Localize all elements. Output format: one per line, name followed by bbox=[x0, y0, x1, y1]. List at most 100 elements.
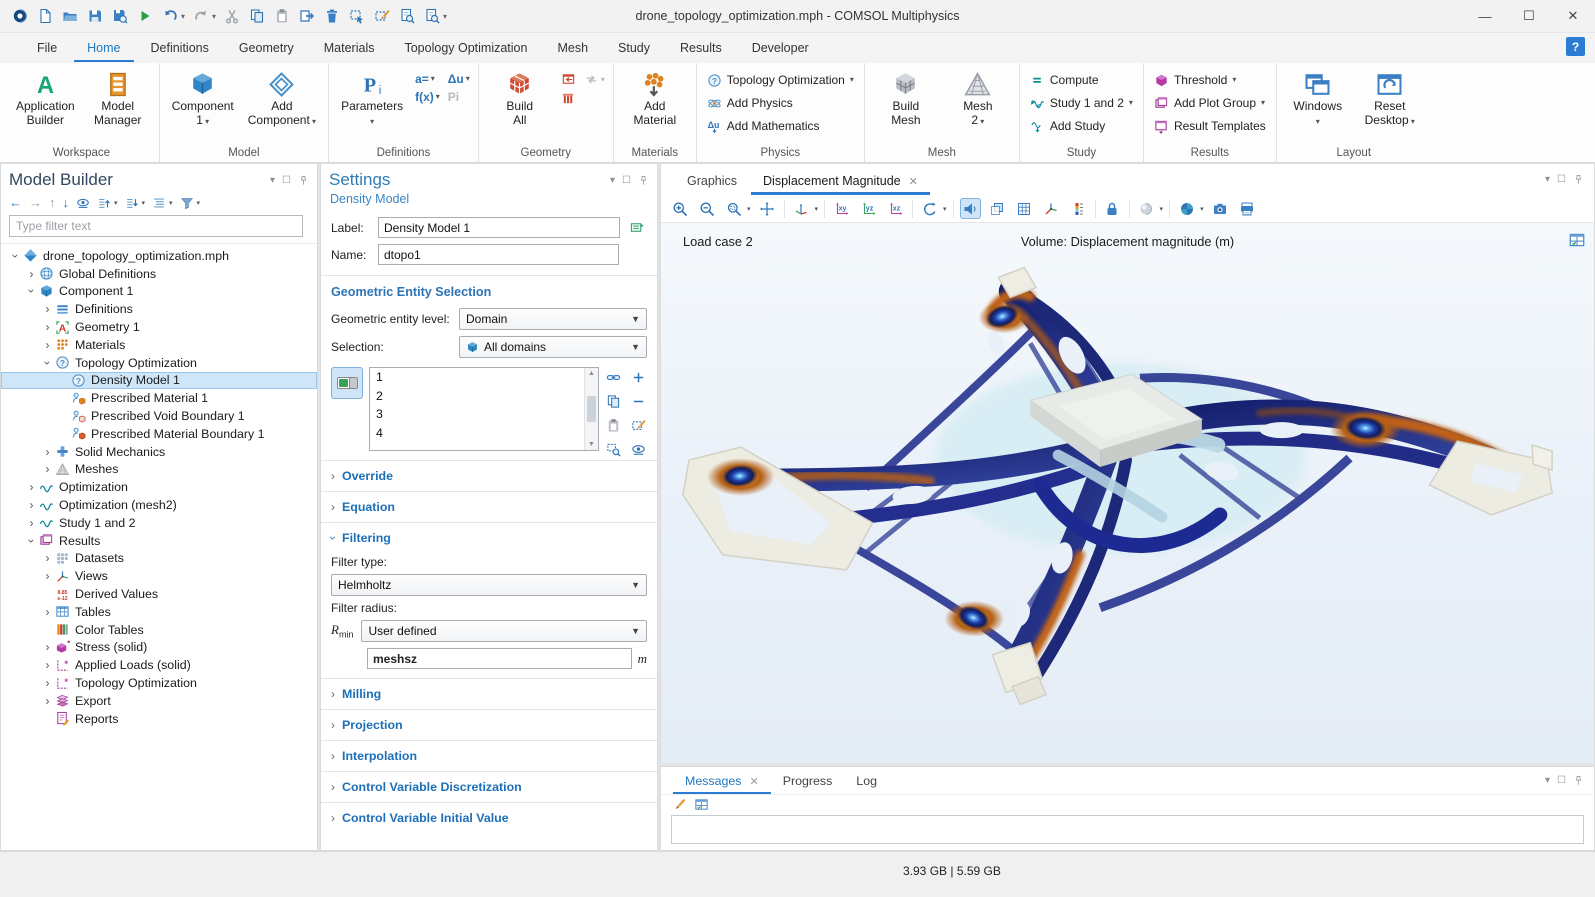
ribbon-button-compute[interactable]: Compute bbox=[1026, 70, 1137, 90]
tab-progress[interactable]: Progress bbox=[771, 769, 845, 794]
tree-expander-icon[interactable]: › bbox=[41, 338, 54, 352]
tree-item-solid-mechanics[interactable]: ›Solid Mechanics bbox=[1, 443, 317, 461]
selection-list-scrollbar[interactable]: ▲▼ bbox=[584, 368, 598, 450]
qat-more-icon[interactable]: ▾ bbox=[443, 12, 447, 21]
tree-item-views[interactable]: ›Views bbox=[1, 567, 317, 585]
selection-list-item[interactable]: 3 bbox=[376, 407, 578, 426]
filter-icon[interactable] bbox=[180, 196, 194, 210]
remove-from-selection-icon[interactable] bbox=[630, 393, 647, 410]
rotate-dropdown-icon[interactable]: ▾ bbox=[943, 205, 947, 213]
section-control-variable-discretization[interactable]: ›Control Variable Discretization bbox=[321, 771, 657, 802]
name-field[interactable] bbox=[378, 244, 619, 265]
clear-selection-icon[interactable] bbox=[372, 7, 391, 26]
plot-window-settings-icon[interactable] bbox=[1568, 231, 1586, 249]
label-field[interactable] bbox=[378, 217, 620, 238]
save-as-icon[interactable] bbox=[110, 7, 129, 26]
tree-expander-icon[interactable]: › bbox=[25, 267, 38, 281]
tree-expander-icon[interactable]: › bbox=[41, 640, 54, 654]
ribbon-button-mesh-2[interactable]: Mesh2 ▾ bbox=[943, 66, 1013, 128]
copy-icon[interactable] bbox=[247, 7, 266, 26]
tab-displacement-magnitude[interactable]: Displacement Magnitude✕ bbox=[751, 168, 930, 195]
tree-item-reports[interactable]: Reports bbox=[1, 710, 317, 728]
rename-icon[interactable] bbox=[627, 218, 647, 238]
ribbon-small-def-du[interactable]: Δu▾ bbox=[448, 72, 470, 86]
order-dropdown-icon[interactable]: ▾ bbox=[169, 199, 173, 207]
print-icon[interactable] bbox=[1237, 198, 1258, 219]
zoom-in-icon[interactable] bbox=[669, 198, 690, 219]
ribbon-tab-topology-optimization[interactable]: Topology Optimization bbox=[391, 35, 540, 62]
section-milling[interactable]: ›Milling bbox=[321, 678, 657, 709]
show-icon[interactable] bbox=[76, 196, 90, 210]
move-down-icon[interactable]: ↓ bbox=[63, 195, 70, 210]
new-file-icon[interactable] bbox=[35, 7, 54, 26]
lock-view-icon[interactable] bbox=[1102, 198, 1123, 219]
tree-item-topology-optimization[interactable]: ›?Topology Optimization bbox=[1, 354, 317, 372]
ribbon-button-build-all[interactable]: BuildAll bbox=[485, 66, 555, 128]
tree-item-color-tables[interactable]: Color Tables bbox=[1, 621, 317, 639]
tree-expander-icon[interactable]: › bbox=[25, 480, 38, 494]
zoom-extents-icon[interactable] bbox=[757, 198, 778, 219]
open-file-icon[interactable] bbox=[60, 7, 79, 26]
tree-expander-icon[interactable]: › bbox=[25, 498, 38, 512]
tree-expander-icon[interactable]: › bbox=[9, 249, 23, 262]
add-to-selection-icon[interactable] bbox=[630, 369, 647, 386]
ribbon-tab-definitions[interactable]: Definitions bbox=[138, 35, 222, 62]
copy-selection-icon[interactable] bbox=[605, 393, 622, 410]
tree-expander-icon[interactable]: › bbox=[41, 302, 54, 316]
tree-item-materials[interactable]: ›Materials bbox=[1, 336, 317, 354]
tree-item-datasets[interactable]: ›Datasets bbox=[1, 550, 317, 568]
search-file-icon[interactable] bbox=[397, 7, 416, 26]
ribbon-button-windows[interactable]: Windows ▾ bbox=[1283, 66, 1353, 128]
open-table-icon[interactable] bbox=[694, 797, 709, 812]
panel-menu-icon[interactable]: ▾ bbox=[1545, 775, 1550, 786]
tree-item-tables[interactable]: ›Tables bbox=[1, 603, 317, 621]
tree-item-drone-topology-optimization-mph[interactable]: ›drone_topology_optimization.mph bbox=[1, 247, 317, 265]
tree-item-density-model-1[interactable]: ?Density Model 1 bbox=[1, 372, 317, 390]
ribbon-button-application-builder[interactable]: AApplicationBuilder bbox=[10, 66, 81, 128]
panel-float-icon[interactable]: ☐ bbox=[282, 175, 291, 186]
panel-float-icon[interactable]: ☐ bbox=[1557, 174, 1566, 185]
tree-expander-icon[interactable]: › bbox=[41, 605, 54, 619]
duplicate-icon[interactable] bbox=[297, 7, 316, 26]
ribbon-button-reset-desktop[interactable]: ResetDesktop ▾ bbox=[1355, 66, 1425, 128]
tree-item-optimization[interactable]: ›Optimization bbox=[1, 478, 317, 496]
zoom-box-icon[interactable] bbox=[723, 198, 744, 219]
nav-back-icon[interactable]: ← bbox=[9, 195, 22, 210]
tree-expander-icon[interactable]: › bbox=[25, 534, 39, 547]
tree-item-prescribed-void-boundary-1[interactable]: Prescribed Void Boundary 1 bbox=[1, 407, 317, 425]
section-control-variable-initial-value[interactable]: ›Control Variable Initial Value bbox=[321, 802, 657, 833]
expand-dropdown-icon[interactable]: ▾ bbox=[142, 199, 146, 207]
update-plot-icon[interactable] bbox=[1176, 198, 1197, 219]
select-mode-icon[interactable] bbox=[1136, 198, 1157, 219]
create-selection-icon[interactable] bbox=[605, 369, 622, 386]
save-icon[interactable] bbox=[85, 7, 104, 26]
view-xz-icon[interactable]: xz bbox=[885, 198, 906, 219]
ribbon-button-model-manager[interactable]: ModelManager bbox=[83, 66, 153, 128]
messages-output[interactable] bbox=[671, 815, 1584, 844]
close-tab-icon[interactable]: ✕ bbox=[909, 175, 918, 188]
selection-list-item[interactable]: 2 bbox=[376, 389, 578, 408]
tab-messages[interactable]: Messages✕ bbox=[673, 769, 771, 794]
select-box-icon[interactable] bbox=[347, 7, 366, 26]
zoom-dropdown-icon[interactable]: ▾ bbox=[747, 205, 751, 213]
section-filtering[interactable]: › Filtering bbox=[321, 522, 657, 553]
selection-list[interactable]: 1234 ▲▼ bbox=[369, 367, 599, 451]
tree-item-optimization-mesh2-[interactable]: ›Optimization (mesh2) bbox=[1, 496, 317, 514]
tree-expander-icon[interactable]: › bbox=[41, 356, 55, 369]
section-projection[interactable]: ›Projection bbox=[321, 709, 657, 740]
selection-list-item[interactable]: 1 bbox=[376, 370, 578, 389]
ribbon-button-add-material[interactable]: AddMaterial bbox=[620, 66, 690, 128]
tab-log[interactable]: Log bbox=[844, 769, 889, 794]
delete-icon[interactable] bbox=[322, 7, 341, 26]
view-xy-icon[interactable]: xy bbox=[831, 198, 852, 219]
rotate-icon[interactable] bbox=[919, 198, 940, 219]
ribbon-tab-file[interactable]: File bbox=[24, 35, 70, 62]
tree-item-prescribed-material-boundary-1[interactable]: Prescribed Material Boundary 1 bbox=[1, 425, 317, 443]
panel-float-icon[interactable]: ☐ bbox=[1557, 775, 1566, 786]
ribbon-button-add-physics[interactable]: Add Physics bbox=[703, 93, 858, 113]
filter-dropdown-icon[interactable]: ▾ bbox=[197, 199, 201, 207]
tree-item-topology-optimization[interactable]: ›*Topology Optimization bbox=[1, 674, 317, 692]
ribbon-button-topology-optimization[interactable]: ?Topology Optimization▾ bbox=[703, 70, 858, 90]
close-tab-icon[interactable]: ✕ bbox=[749, 775, 758, 788]
view-yz-icon[interactable]: yz bbox=[858, 198, 879, 219]
